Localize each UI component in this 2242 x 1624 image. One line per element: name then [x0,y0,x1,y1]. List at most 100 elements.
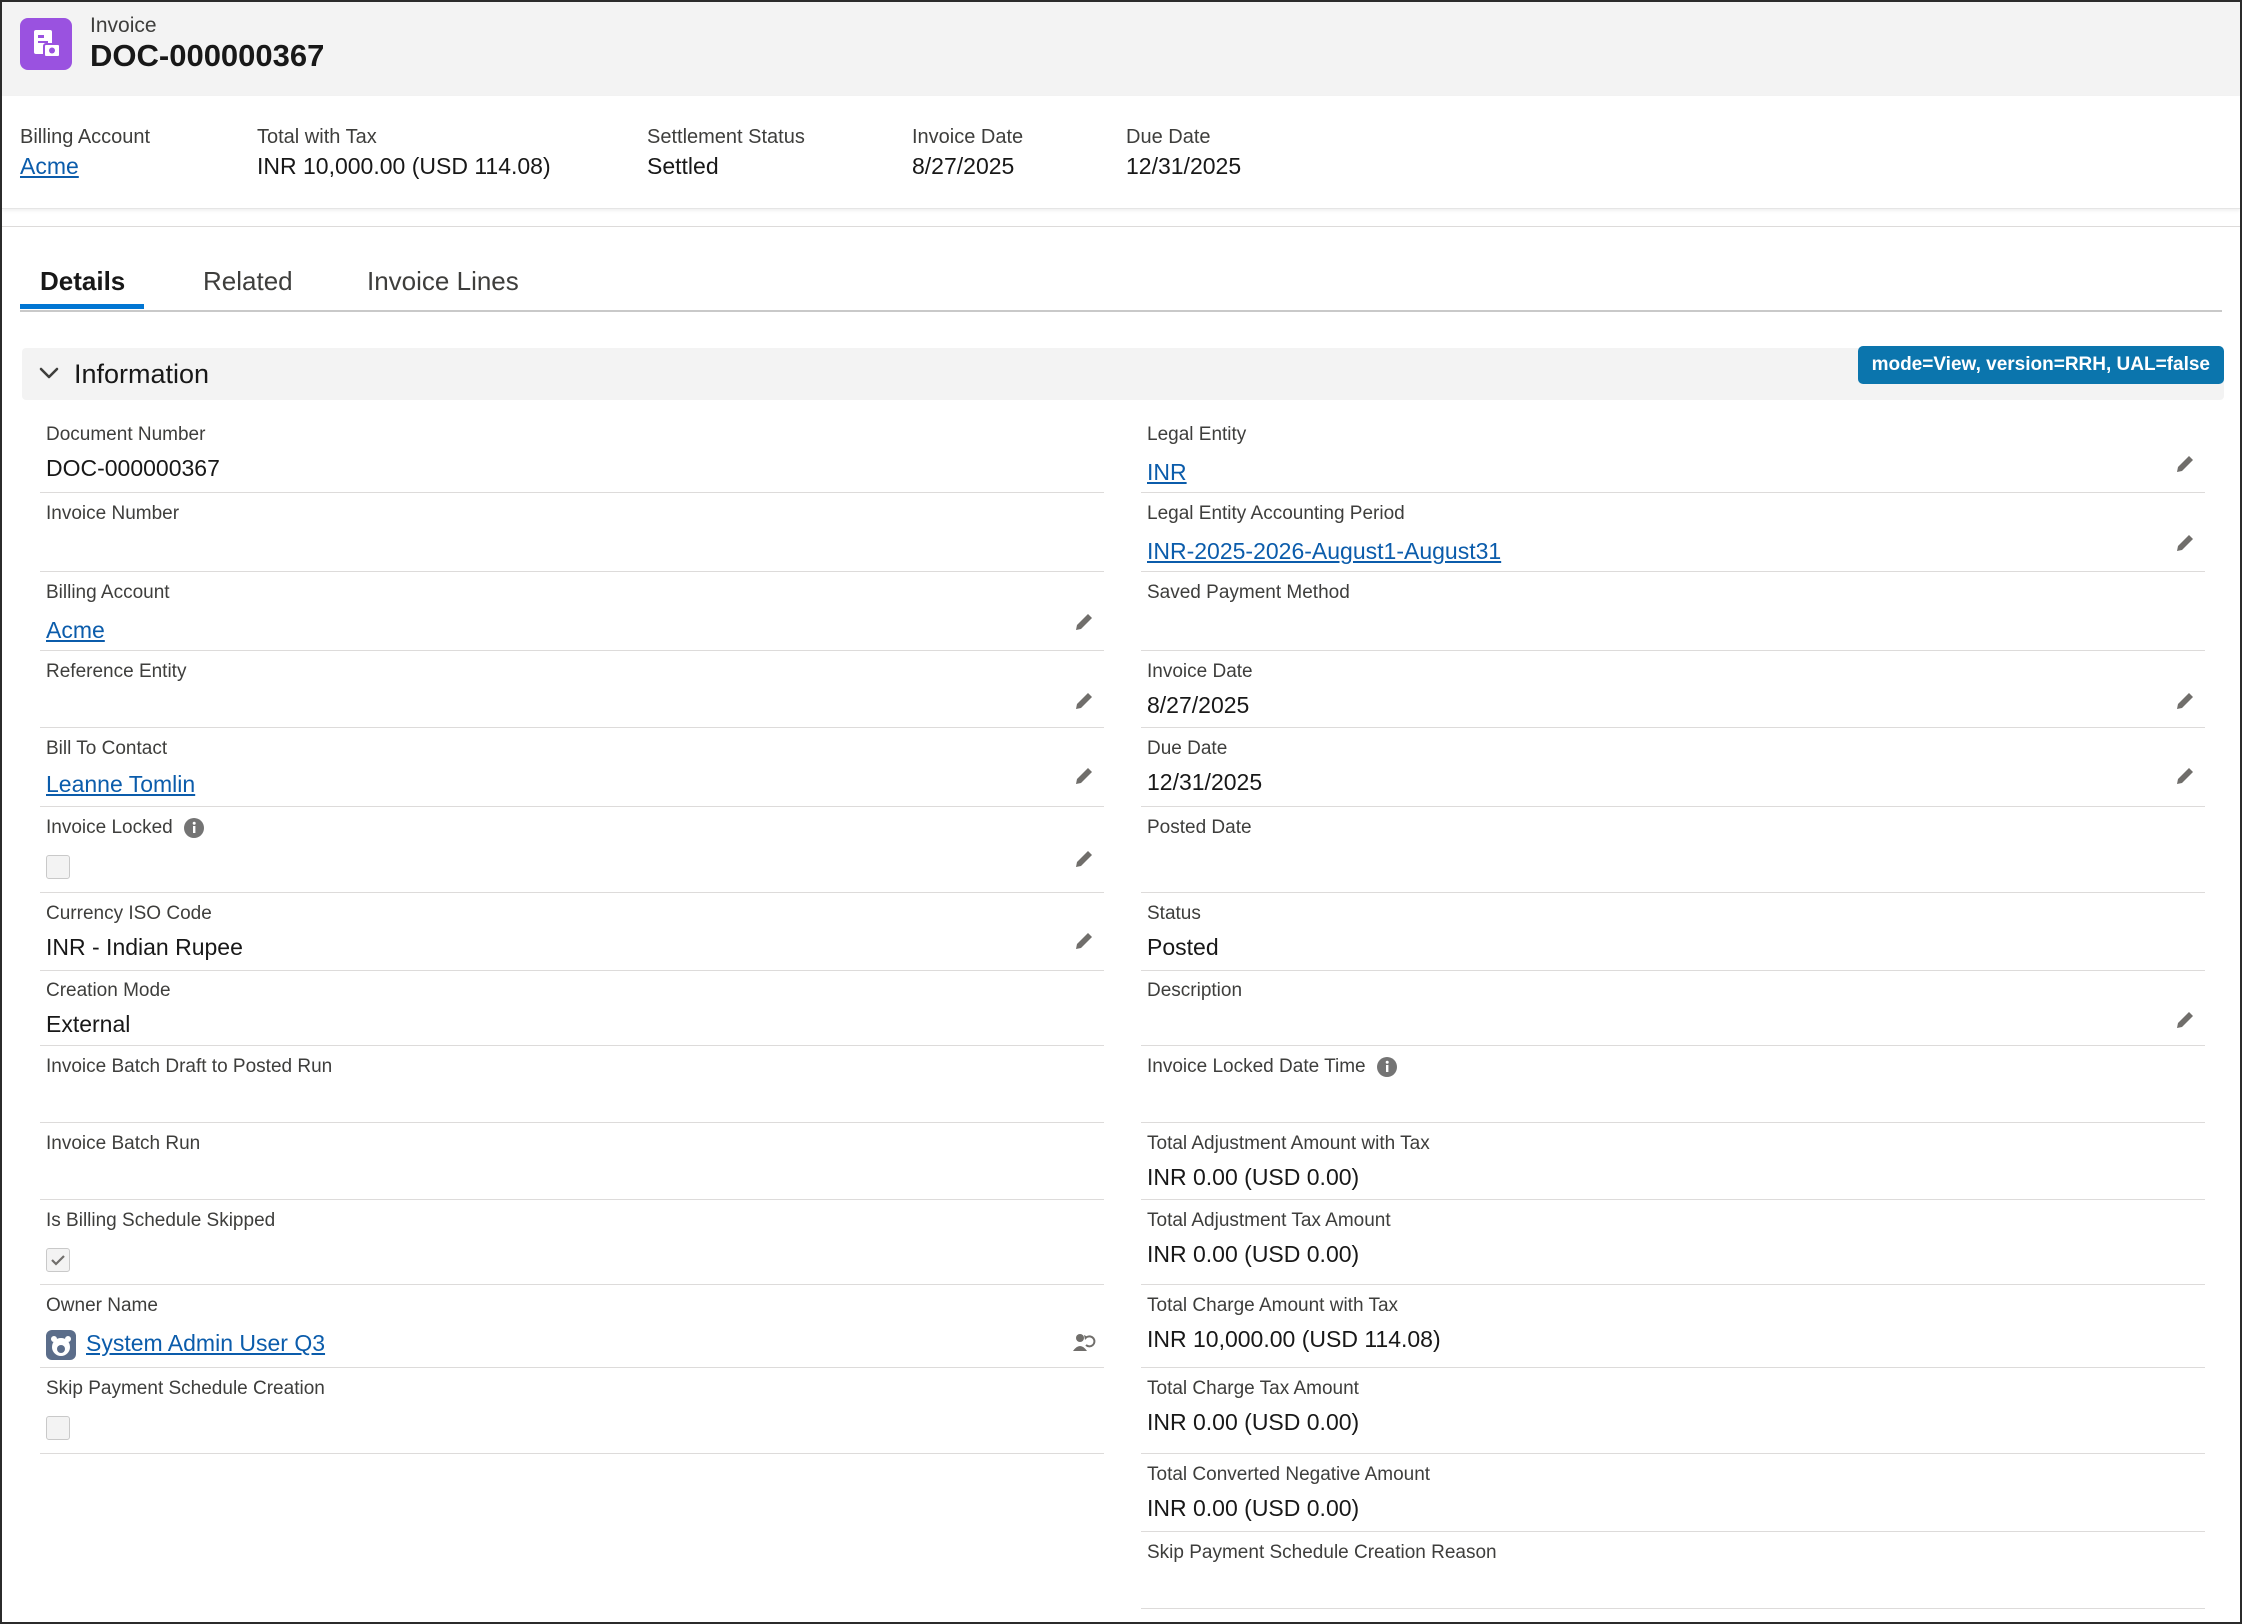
info-icon[interactable] [1376,1056,1398,1078]
highlight-value: INR 10,000.00 (USD 114.08) [257,153,551,179]
field-total-charge-amount-with-tax: Total Charge Amount with Tax INR 10,000.… [1141,1293,2205,1368]
pencil-icon[interactable] [1072,929,1096,953]
field-invoice-batch-run: Invoice Batch Run [40,1131,1104,1200]
highlight-settlement-status: Settlement Status Settled [647,124,805,182]
field-label: Invoice Number [46,503,180,524]
field-is-billing-schedule-skipped: Is Billing Schedule Skipped [40,1208,1104,1285]
field-label: Skip Payment Schedule Creation Reason [1147,1542,1497,1563]
field-legal-entity: Legal Entity INR [1141,422,2205,493]
field-label: Invoice Batch Draft to Posted Run [46,1056,333,1077]
chevron-down-icon[interactable] [38,362,60,384]
field-invoice-locked-date-time: Invoice Locked Date Time [1141,1054,2205,1123]
field-value: 12/31/2025 [1147,769,1263,795]
field-total-adjustment-amount-with-tax: Total Adjustment Amount with Tax INR 0.0… [1141,1131,2205,1200]
pencil-icon[interactable] [1072,764,1096,788]
field-saved-payment-method: Saved Payment Method [1141,580,2205,651]
pencil-icon[interactable] [2173,1008,2197,1032]
billing-account-link[interactable]: Acme [20,153,79,179]
field-label: Total Adjustment Tax Amount [1147,1210,1391,1231]
field-skip-payment-schedule-creation: Skip Payment Schedule Creation [40,1376,1104,1454]
field-label-wrap: Invoice Locked [46,815,205,841]
field-creation-mode: Creation Mode External [40,978,1104,1046]
field-label: Legal Entity Accounting Period [1147,503,1405,524]
info-icon[interactable] [183,817,205,839]
highlight-label: Settlement Status [647,126,805,148]
field-value: Posted [1147,934,1219,960]
field-label: Status [1147,903,1201,924]
billing-schedule-skipped-checkbox[interactable] [46,1248,70,1272]
highlight-label: Billing Account [20,126,151,148]
highlight-label: Due Date [1126,126,1211,148]
field-billing-account: Billing Account Acme [40,580,1104,651]
field-label: Creation Mode [46,980,171,1001]
field-value: INR 0.00 (USD 0.00) [1147,1164,1360,1190]
field-label: Is Billing Schedule Skipped [46,1210,276,1231]
field-document-number: Document Number DOC-000000367 [40,422,1104,493]
pencil-icon[interactable] [1072,847,1096,871]
accounting-period-link[interactable]: INR-2025-2026-August1-August31 [1147,538,1501,564]
field-label: Description [1147,980,1243,1001]
invoice-locked-checkbox[interactable] [46,855,70,879]
field-posted-date: Posted Date [1141,815,2205,893]
legal-entity-link[interactable]: INR [1147,459,1187,485]
highlight-value: Settled [647,153,719,179]
field-reference-entity: Reference Entity [40,659,1104,728]
field-value: INR 10,000.00 (USD 114.08) [1147,1326,1441,1352]
field-description: Description [1141,978,2205,1046]
pencil-icon[interactable] [2173,689,2197,713]
field-label: Due Date [1147,738,1228,759]
object-type-label: Invoice [90,14,157,37]
field-label: Invoice Locked Date Time [1147,1056,1366,1077]
record-page: Invoice DOC-000000367 Billing Account Ac… [0,0,2242,1624]
pencil-icon[interactable] [2173,452,2197,476]
bill-to-contact-link[interactable]: Leanne Tomlin [46,771,195,797]
owner-link[interactable]: System Admin User Q3 [86,1330,325,1356]
mode-badge: mode=View, version=RRH, UAL=false [1857,346,2224,384]
field-label: Currency ISO Code [46,903,212,924]
field-label: Posted Date [1147,817,1252,838]
tab-invoice-lines[interactable]: Invoice Lines [367,266,519,297]
field-value: INR 0.00 (USD 0.00) [1147,1409,1360,1435]
field-owner-name: Owner Name System Admin User Q3 [40,1293,1104,1368]
section-information-header[interactable]: Information mode=View, version=RRH, UAL=… [22,346,2224,400]
pencil-icon[interactable] [2173,531,2197,555]
highlight-due-date: Due Date 12/31/2025 [1126,124,1241,182]
pencil-icon[interactable] [2173,764,2197,788]
field-label: Reference Entity [46,661,187,682]
field-invoice-date: Invoice Date 8/27/2025 [1141,659,2205,728]
highlight-total-with-tax: Total with Tax INR 10,000.00 (USD 114.08… [257,124,551,182]
pencil-icon[interactable] [1072,689,1096,713]
tab-details[interactable]: Details [40,266,125,297]
field-value: INR 0.00 (USD 0.00) [1147,1495,1360,1521]
field-label: Total Charge Amount with Tax [1147,1295,1399,1316]
field-label: Invoice Batch Run [46,1133,201,1154]
field-total-converted-negative-amount: Total Converted Negative Amount INR 0.00… [1141,1462,2205,1532]
tab-related[interactable]: Related [203,266,293,297]
field-legal-entity-accounting-period: Legal Entity Accounting Period INR-2025-… [1141,501,2205,572]
billing-account-link[interactable]: Acme [46,617,105,643]
section-title: Information [74,359,210,389]
record-header: Invoice DOC-000000367 [2,2,2240,96]
skip-payment-schedule-checkbox[interactable] [46,1416,70,1440]
field-value: INR - Indian Rupee [46,934,243,960]
field-bill-to-contact: Bill To Contact Leanne Tomlin [40,736,1104,807]
field-label: Saved Payment Method [1147,582,1350,603]
field-value: 8/27/2025 [1147,692,1250,718]
pencil-icon[interactable] [1072,610,1096,634]
divider [2,226,2240,227]
field-total-charge-tax-amount: Total Charge Tax Amount INR 0.00 (USD 0.… [1141,1376,2205,1454]
field-value: External [46,1011,131,1037]
field-total-adjustment-tax-amount: Total Adjustment Tax Amount INR 0.00 (US… [1141,1208,2205,1285]
field-label: Total Charge Tax Amount [1147,1378,1359,1399]
user-avatar [46,1329,76,1360]
change-owner-icon[interactable] [1070,1329,1096,1355]
field-label: Legal Entity [1147,424,1247,445]
record-title: DOC-000000367 [90,38,325,73]
highlight-invoice-date: Invoice Date 8/27/2025 [912,124,1023,182]
field-currency-iso-code: Currency ISO Code INR - Indian Rupee [40,901,1104,971]
highlight-billing-account: Billing Account Acme [20,124,150,182]
field-label: Bill To Contact [46,738,168,759]
highlight-label: Total with Tax [257,126,377,148]
field-label: Skip Payment Schedule Creation [46,1378,325,1399]
field-due-date: Due Date 12/31/2025 [1141,736,2205,807]
